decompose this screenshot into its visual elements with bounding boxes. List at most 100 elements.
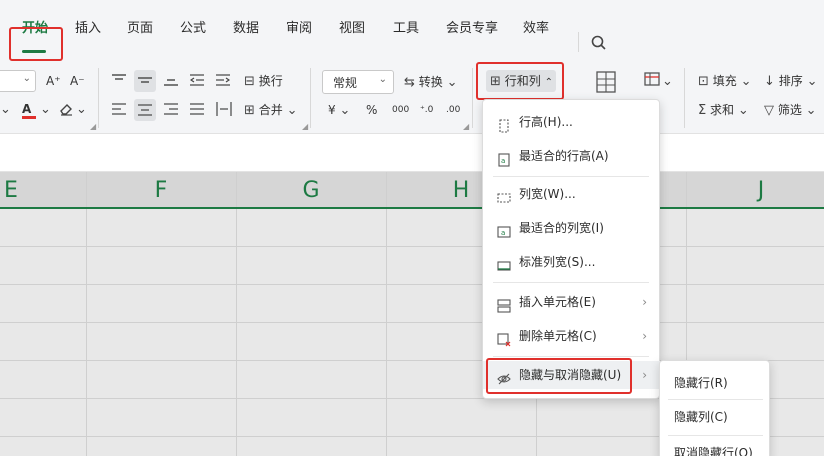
font-color-button[interactable]: A — [22, 98, 36, 120]
align-right-icon[interactable] — [164, 103, 178, 115]
autofit-column-width-icon: a — [497, 221, 511, 238]
hide-unhide-highlight — [486, 358, 632, 394]
sum-icon: Σ — [698, 103, 707, 118]
menu-divider — [493, 176, 649, 177]
tab-tools[interactable]: 工具 — [386, 15, 426, 43]
font-grow-button[interactable]: A⁺ — [46, 70, 61, 92]
justify-icon[interactable] — [190, 103, 204, 115]
filter-icon: ▽ — [764, 103, 774, 118]
autofit-row-height-icon: a — [497, 149, 511, 167]
number-format-select[interactable]: 常规 ⌄ — [322, 70, 394, 94]
row-height-icon — [497, 115, 511, 133]
submenu-divider — [668, 435, 763, 436]
thousands-button[interactable]: 000 — [392, 99, 409, 121]
chevron-right-icon: › — [642, 295, 647, 309]
tab-page[interactable]: 页面 — [120, 15, 160, 43]
tab-formula[interactable]: 公式 — [173, 15, 213, 43]
ribbon: ⌄ A⁺ A⁻ ⌄ A ⌄ ⌄ ◢ ⊟ 换行 ⊞ 合并 ⌄ ◢ 常规 ⌄ ⇆ 转… — [0, 62, 824, 134]
sort-button[interactable]: ↓ 排序 ⌄ — [764, 70, 817, 92]
chevron-right-icon: › — [642, 329, 647, 343]
align-group-launcher[interactable]: ◢ — [302, 122, 308, 131]
tab-review[interactable]: 审阅 — [279, 15, 319, 43]
currency-button[interactable]: ¥ ⌄ — [328, 99, 350, 121]
sum-button[interactable]: Σ 求和 ⌄ — [698, 99, 749, 121]
menu-divider — [493, 282, 649, 283]
menu-item-delete-cells[interactable]: 删除单元格(C) › — [483, 322, 661, 350]
table-style-arrow[interactable]: ⌄ — [662, 70, 673, 92]
formula-bar[interactable] — [0, 134, 824, 172]
indent-increase-icon[interactable] — [216, 74, 231, 86]
tab-insert[interactable]: 插入 — [68, 15, 108, 43]
align-center-button[interactable] — [134, 99, 156, 121]
font-group-launcher[interactable]: ◢ — [90, 122, 96, 131]
search-icon[interactable] — [590, 34, 608, 52]
col-line — [236, 172, 237, 456]
filter-button[interactable]: ▽ 筛选 ⌄ — [764, 99, 817, 121]
submenu-item-hide-rows[interactable]: 隐藏行(R) — [674, 369, 728, 397]
decimal-increase-button[interactable]: ⁺.0 — [420, 99, 433, 121]
align-bottom-icon[interactable] — [164, 74, 178, 86]
svg-text:a: a — [501, 229, 505, 237]
rows-cols-menu: 行高(H)... a 最适合的行高(A) 列宽(W)... a 最适合的列宽(I… — [482, 99, 661, 399]
ribbon-divider-3 — [472, 68, 473, 128]
menu-divider — [493, 356, 649, 357]
menu-item-insert-cells[interactable]: 插入单元格(E) › — [483, 288, 661, 316]
font-size-select[interactable]: ⌄ — [0, 70, 36, 92]
clear-arrow[interactable]: ⌄ — [76, 98, 87, 120]
align-top-icon[interactable] — [112, 74, 126, 86]
menu-item-autofit-column-width[interactable]: a 最适合的列宽(I) — [483, 214, 661, 242]
menu-divider — [578, 32, 579, 52]
wrap-icon: ⊟ — [244, 74, 255, 89]
column-width-icon — [497, 187, 511, 203]
font-color-swatch — [22, 116, 36, 119]
merge-icon: ⊞ — [244, 103, 255, 118]
ribbon-divider-1 — [98, 68, 99, 128]
merge-button[interactable]: ⊞ 合并 ⌄ — [244, 99, 297, 121]
font-shrink-button[interactable]: A⁻ — [70, 70, 85, 92]
col-line — [386, 172, 387, 456]
ribbon-divider-2 — [310, 68, 311, 128]
sort-icon: ↓ — [764, 74, 775, 89]
menu-bar: 开始 插入 页面 公式 数据 审阅 视图 工具 会员专享 效率 — [0, 0, 824, 62]
align-middle-button[interactable] — [134, 70, 156, 92]
column-header-g[interactable]: G — [236, 172, 386, 209]
menu-item-row-height[interactable]: 行高(H)... — [483, 108, 661, 136]
font-color-arrow[interactable]: ⌄ — [40, 98, 51, 120]
column-header-f[interactable]: F — [86, 172, 236, 209]
decimal-decrease-button[interactable]: .00 — [446, 99, 460, 121]
col-line — [86, 172, 87, 456]
indent-decrease-icon[interactable] — [189, 74, 204, 86]
ribbon-divider-4 — [684, 68, 685, 128]
convert-button[interactable]: ⇆ 转换 ⌄ — [404, 71, 457, 93]
column-header-e[interactable]: E — [0, 172, 22, 209]
eraser-icon[interactable] — [58, 102, 74, 116]
menu-item-standard-column-width[interactable]: 标准列宽(S)... — [483, 248, 661, 276]
submenu-item-unhide-rows[interactable]: 取消隐藏行(O) — [674, 439, 753, 456]
format-cells-icon[interactable] — [596, 71, 616, 93]
tab-view[interactable]: 视图 — [332, 15, 372, 43]
submenu-item-hide-columns[interactable]: 隐藏列(C) — [674, 403, 728, 431]
align-left-icon[interactable] — [112, 103, 126, 115]
fill-button[interactable]: ⊡ 填充 ⌄ — [698, 70, 751, 92]
percent-button[interactable]: % — [366, 99, 377, 121]
row-line — [0, 246, 824, 247]
convert-icon: ⇆ — [404, 75, 415, 90]
row-line — [0, 284, 824, 285]
insert-cells-icon — [497, 295, 511, 313]
distributed-icon[interactable] — [216, 102, 232, 116]
menu-item-column-width[interactable]: 列宽(W)... — [483, 180, 661, 208]
hide-unhide-submenu: 隐藏行(R) 隐藏列(C) 取消隐藏行(O) — [659, 360, 770, 456]
row-line — [0, 322, 824, 323]
table-style-icon[interactable] — [644, 72, 662, 88]
svg-text:a: a — [501, 157, 505, 165]
tab-efficiency[interactable]: 效率 — [516, 15, 556, 43]
column-header-j[interactable]: J — [686, 172, 824, 209]
tab-member[interactable]: 会员专享 — [442, 15, 502, 43]
font-style-arrow[interactable]: ⌄ — [0, 98, 11, 120]
rows-cols-highlight — [476, 62, 564, 100]
tab-data[interactable]: 数据 — [226, 15, 266, 43]
menu-item-autofit-row-height[interactable]: a 最适合的行高(A) — [483, 142, 661, 170]
wrap-text-button[interactable]: ⊟ 换行 — [244, 70, 283, 92]
tab-home-highlight — [9, 27, 63, 61]
number-group-launcher[interactable]: ◢ — [463, 122, 469, 131]
